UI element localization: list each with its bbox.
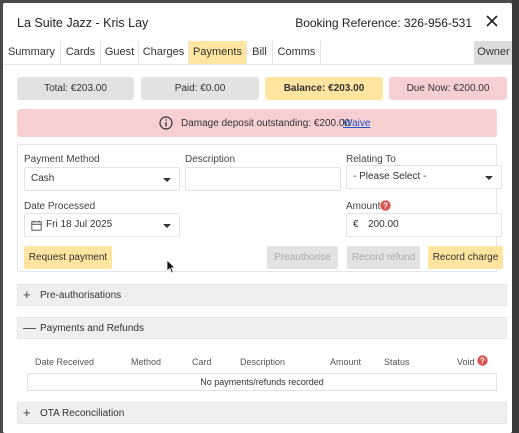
column-header: Status: [384, 357, 410, 367]
preauth-title: Pre-authorisations: [40, 290, 122, 301]
column-header: Method: [131, 357, 162, 367]
total-box: Total: €203.00: [17, 77, 134, 100]
payment-method-label: Payment Method: [24, 154, 100, 165]
column-header: Card: [192, 357, 212, 367]
date-processed-picker[interactable]: Fri 18 Jul 2025: [24, 213, 180, 237]
tab-cards[interactable]: Cards: [61, 41, 101, 64]
tab-bar: Summary Cards Guest Charges Payments Bil…: [3, 41, 512, 65]
info-icon: [159, 116, 173, 130]
tab-owner[interactable]: Owner: [474, 41, 512, 64]
modal-header: La Suite Jazz - Kris Lay Booking Referen…: [3, 3, 512, 41]
damage-deposit-alert: Damage deposit outstanding: €200.00 Waiv…: [17, 109, 497, 137]
column-header: Date Received: [35, 357, 95, 367]
ota-title: OTA Reconciliation: [40, 408, 125, 419]
description-label: Description: [185, 154, 236, 165]
svg-text:?: ?: [480, 356, 485, 365]
record-charge-button[interactable]: Record charge: [428, 246, 503, 269]
tab-comms[interactable]: Comms: [273, 41, 321, 64]
tab-charges[interactable]: Charges: [139, 41, 189, 64]
minus-icon: —: [23, 320, 36, 335]
modal-title: La Suite Jazz - Kris Lay: [17, 16, 149, 30]
payment-method-select[interactable]: Cash: [24, 167, 180, 191]
ota-section-header[interactable]: + OTA Reconciliation: [17, 402, 507, 424]
request-payment-button[interactable]: Request payment: [24, 246, 112, 269]
plus-icon: +: [23, 287, 31, 302]
column-header: Amount: [330, 357, 362, 367]
alert-text: Damage deposit outstanding: €200.00: [181, 118, 351, 129]
payment-form: Payment Method Cash Description Relating…: [17, 144, 503, 272]
close-icon[interactable]: [483, 12, 501, 30]
payments-refunds-title: Payments and Refunds: [40, 323, 144, 334]
due-now-box: Due Now: €200.00: [389, 77, 507, 100]
booking-reference: Booking Reference: 326-956-531: [295, 16, 472, 30]
tab-summary[interactable]: Summary: [3, 41, 61, 64]
description-input[interactable]: [185, 167, 341, 191]
payment-method-value: Cash: [31, 173, 55, 184]
booking-modal: La Suite Jazz - Kris Lay Booking Referen…: [3, 3, 512, 433]
chevron-down-icon: [485, 176, 493, 180]
chevron-down-icon: [163, 178, 171, 182]
background-scrollbar: [512, 0, 519, 433]
mouse-cursor-icon: [166, 259, 176, 274]
preauth-section-header[interactable]: + Pre-authorisations: [17, 284, 507, 306]
relating-to-select[interactable]: - Please Select -: [346, 165, 502, 189]
payments-refunds-section-header[interactable]: — Payments and Refunds: [17, 317, 507, 339]
relating-to-label: Relating To: [346, 154, 396, 165]
preauthorise-button[interactable]: Preauthorise: [267, 246, 338, 269]
svg-text:?: ?: [383, 201, 388, 210]
tab-payments[interactable]: Payments: [189, 41, 247, 64]
help-icon[interactable]: ?: [380, 200, 391, 211]
amount-input[interactable]: € 200.00: [346, 213, 502, 237]
payments-table: Date Received Method Card Description Am…: [27, 351, 497, 391]
amount-currency: €: [353, 219, 359, 230]
plus-icon: +: [23, 405, 31, 420]
date-processed-label: Date Processed: [24, 201, 96, 212]
paid-box: Paid: €0.00: [141, 77, 259, 100]
relating-to-value: - Please Select -: [353, 171, 427, 182]
calendar-icon: [31, 220, 42, 231]
chevron-down-icon: [163, 224, 171, 228]
amount-label: Amount: [346, 201, 381, 212]
help-icon[interactable]: ?: [477, 355, 488, 366]
column-header: Void: [457, 357, 475, 367]
column-header: Description: [240, 357, 286, 367]
record-refund-button[interactable]: Record refund: [347, 246, 420, 269]
tab-bill[interactable]: Bill: [247, 41, 273, 64]
waive-link[interactable]: Waive: [343, 118, 370, 129]
tab-guest[interactable]: Guest: [101, 41, 139, 64]
empty-table-message: No payments/refunds recorded: [27, 373, 497, 391]
balance-box: Balance: €203.00: [265, 77, 383, 100]
date-processed-value: Fri 18 Jul 2025: [46, 219, 113, 230]
amount-value: 200.00: [368, 219, 399, 230]
